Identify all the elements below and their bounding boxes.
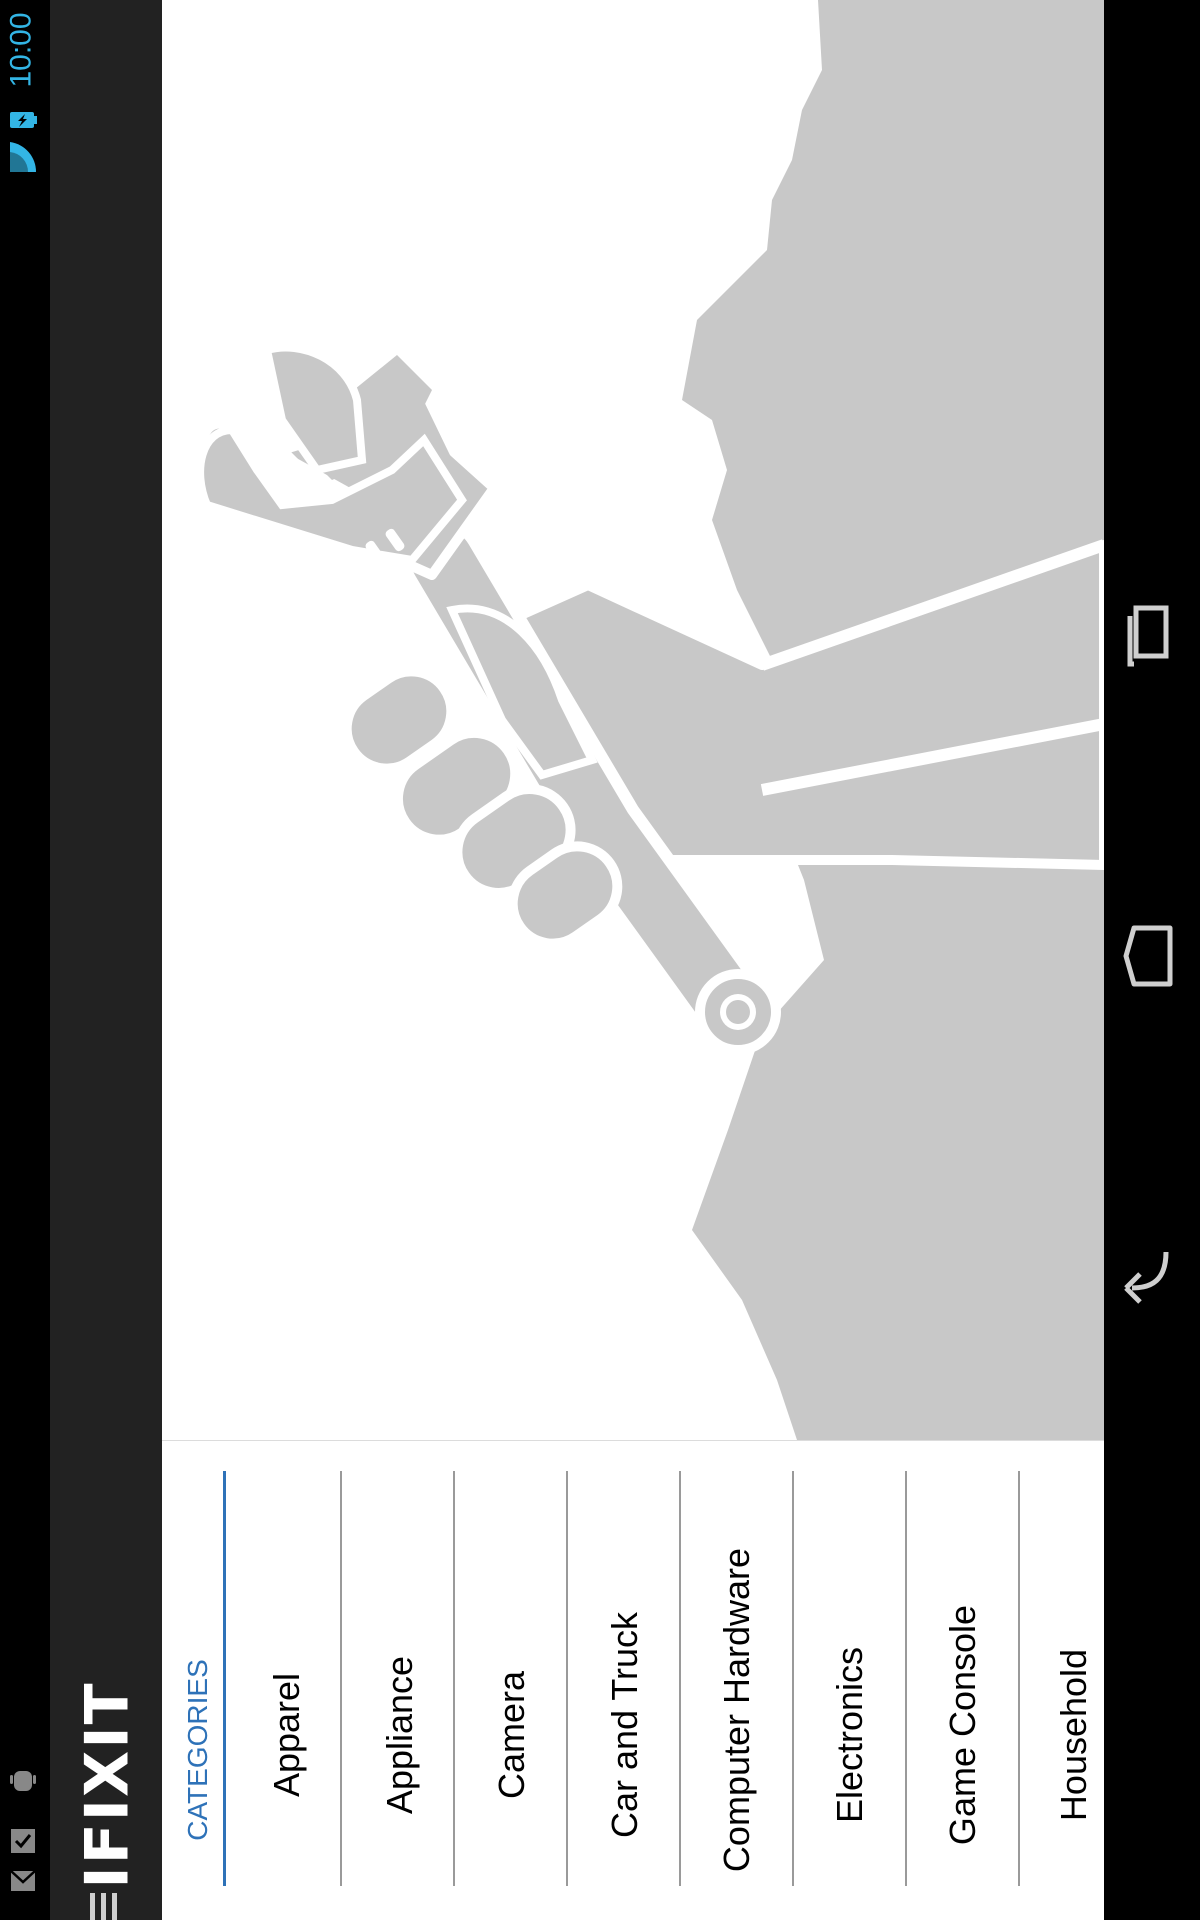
navigation-bar bbox=[1104, 0, 1200, 1920]
category-divider bbox=[453, 1471, 455, 1886]
category-item-household[interactable]: Household bbox=[1044, 1580, 1104, 1890]
back-icon[interactable] bbox=[1122, 1240, 1182, 1330]
status-bar: 10:00 bbox=[0, 0, 50, 1920]
category-divider bbox=[566, 1471, 568, 1886]
category-item-electronics[interactable]: Electronics bbox=[820, 1580, 880, 1890]
ifixit-logo[interactable]: IFIXIT bbox=[68, 1681, 148, 1888]
category-item-game-console[interactable]: Game Console bbox=[933, 1560, 993, 1890]
category-divider bbox=[340, 1471, 342, 1886]
category-divider bbox=[1018, 1471, 1020, 1886]
hand-holding-wrench-illustration bbox=[196, 0, 1104, 1440]
category-item-computer-hardware[interactable]: Computer Hardware bbox=[707, 1530, 767, 1890]
gmail-icon bbox=[8, 1866, 38, 1896]
checkmark-icon bbox=[8, 1826, 38, 1856]
hamburger-icon[interactable] bbox=[90, 1893, 130, 1920]
wifi-icon bbox=[6, 138, 40, 176]
battery-charging-icon bbox=[8, 105, 38, 135]
home-icon[interactable] bbox=[1122, 912, 1182, 1002]
action-bar: IFIXIT bbox=[50, 0, 162, 1920]
categories-header-underline bbox=[223, 1471, 226, 1886]
category-item-apparel[interactable]: Apparel bbox=[257, 1580, 317, 1890]
category-item-appliance[interactable]: Appliance bbox=[370, 1580, 430, 1890]
category-divider bbox=[679, 1471, 681, 1886]
category-item-car-and-truck[interactable]: Car and Truck bbox=[595, 1560, 655, 1890]
status-time: 10:00 bbox=[5, 12, 39, 88]
android-icon bbox=[8, 1765, 38, 1795]
category-divider bbox=[905, 1471, 907, 1886]
category-divider bbox=[792, 1471, 794, 1886]
recent-apps-icon[interactable] bbox=[1122, 590, 1182, 680]
category-item-camera[interactable]: Camera bbox=[482, 1580, 542, 1890]
hero-illustration bbox=[162, 0, 1104, 1441]
